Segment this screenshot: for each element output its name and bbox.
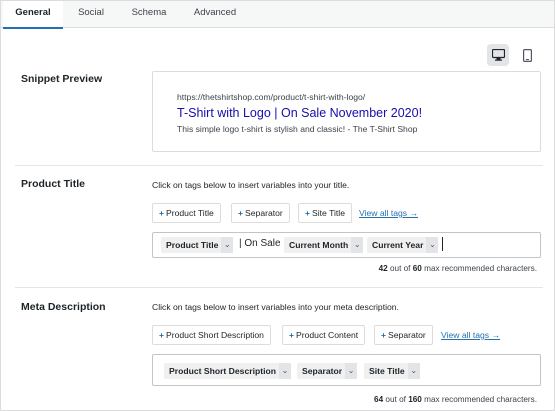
seo-settings-panel: General Social Schema Advanced Snippet P… bbox=[0, 0, 555, 411]
tag-label: Product Title bbox=[166, 208, 214, 218]
chip-label: Product Title bbox=[166, 240, 219, 250]
desktop-preview-button[interactable] bbox=[487, 44, 509, 66]
chevron-down-icon[interactable]: ⌄ bbox=[351, 237, 364, 253]
tag-chip-current-year[interactable]: Current Year ⌄ bbox=[367, 237, 439, 253]
tab-bar: General Social Schema Advanced bbox=[1, 1, 554, 29]
plus-icon: + bbox=[159, 330, 165, 340]
editor-text: | On Sale bbox=[239, 238, 281, 249]
plus-icon: + bbox=[305, 208, 311, 218]
tag-label: Product Content bbox=[296, 330, 359, 340]
tag-chip-product-title[interactable]: Product Title ⌄ bbox=[161, 237, 234, 253]
chevron-down-icon[interactable]: ⌄ bbox=[345, 363, 358, 379]
tag-product-short-description-button[interactable]: + Product Short Description bbox=[152, 325, 271, 345]
plus-icon: + bbox=[159, 208, 165, 218]
section-divider bbox=[15, 165, 543, 166]
meta-description-hint: Click on tags below to insert variables … bbox=[152, 302, 399, 312]
counter-text: out of bbox=[389, 264, 411, 273]
view-all-tags-link[interactable]: View all tags → bbox=[441, 330, 500, 340]
chip-label: Separator bbox=[302, 366, 343, 376]
product-title-char-counter: 42 out of 60 max recommended characters. bbox=[379, 264, 537, 273]
mobile-preview-button[interactable] bbox=[516, 44, 538, 66]
snippet-title: T-Shirt with Logo | On Sale November 202… bbox=[177, 106, 423, 120]
tag-label: Product Short Description bbox=[166, 330, 264, 340]
section-divider bbox=[15, 287, 543, 288]
plus-icon: + bbox=[381, 330, 387, 340]
tag-separator-button[interactable]: + Separator bbox=[231, 203, 290, 223]
char-max: 60 bbox=[412, 264, 422, 273]
chip-label: Site Title bbox=[369, 366, 405, 376]
mobile-icon bbox=[522, 48, 532, 62]
desktop-icon bbox=[491, 49, 505, 61]
tag-label: Site Title bbox=[312, 208, 345, 218]
chevron-down-icon[interactable]: ⌄ bbox=[221, 237, 234, 253]
tab-general[interactable]: General bbox=[3, 1, 63, 29]
chip-label: Current Month bbox=[289, 240, 349, 250]
plus-icon: + bbox=[238, 208, 244, 218]
char-max: 160 bbox=[408, 395, 422, 404]
char-count: 64 bbox=[374, 395, 384, 404]
tag-chip-separator[interactable]: Separator ⌄ bbox=[297, 363, 358, 379]
chevron-down-icon[interactable]: ⌄ bbox=[407, 363, 420, 379]
tag-product-content-button[interactable]: + Product Content bbox=[282, 325, 366, 345]
chevron-down-icon[interactable]: ⌄ bbox=[278, 363, 291, 379]
tab-schema[interactable]: Schema bbox=[123, 1, 175, 28]
plus-icon: + bbox=[289, 330, 295, 340]
chip-label: Product Short Description bbox=[169, 366, 276, 376]
meta-description-label: Meta Description bbox=[21, 301, 106, 313]
product-title-editor[interactable]: Product Title ⌄ | On Sale Current Month ⌄ … bbox=[152, 232, 541, 258]
tag-label: Separator bbox=[388, 330, 426, 340]
view-all-tags-link[interactable]: View all tags → bbox=[359, 208, 418, 218]
snippet-preview-box: https://thetshirtshop.com/product/t-shir… bbox=[152, 71, 541, 152]
meta-description-editor[interactable]: Product Short Description ⌄ Separator ⌄ Si… bbox=[152, 354, 541, 386]
counter-text: out of bbox=[385, 395, 406, 404]
tag-chip-current-month[interactable]: Current Month ⌄ bbox=[284, 237, 364, 253]
chevron-down-icon[interactable]: ⌄ bbox=[426, 237, 439, 253]
tag-label: Separator bbox=[245, 208, 283, 218]
snippet-url: https://thetshirtshop.com/product/t-shir… bbox=[177, 92, 366, 102]
tag-site-title-button[interactable]: + Site Title bbox=[298, 203, 352, 223]
product-title-hint: Click on tags below to insert variables … bbox=[152, 180, 350, 190]
tag-chip-site-title[interactable]: Site Title ⌄ bbox=[364, 363, 420, 379]
counter-text: max recommended characters. bbox=[424, 395, 537, 404]
tag-chip-product-short-description[interactable]: Product Short Description ⌄ bbox=[164, 363, 291, 379]
text-cursor bbox=[442, 237, 443, 251]
char-count: 42 bbox=[378, 264, 388, 273]
tab-advanced[interactable]: Advanced bbox=[185, 1, 245, 28]
snippet-description: This simple logo t-shirt is stylish and … bbox=[177, 124, 418, 134]
counter-text: max recommended characters. bbox=[424, 264, 537, 273]
tag-product-title-button[interactable]: + Product Title bbox=[152, 203, 221, 223]
chip-label: Current Year bbox=[372, 240, 424, 250]
tag-separator-button[interactable]: + Separator bbox=[374, 325, 433, 345]
tab-social[interactable]: Social bbox=[69, 1, 113, 28]
meta-description-char-counter: 64 out of 160 max recommended characters… bbox=[374, 395, 537, 404]
snippet-preview-label: Snippet Preview bbox=[21, 73, 103, 85]
product-title-label: Product Title bbox=[21, 178, 85, 190]
